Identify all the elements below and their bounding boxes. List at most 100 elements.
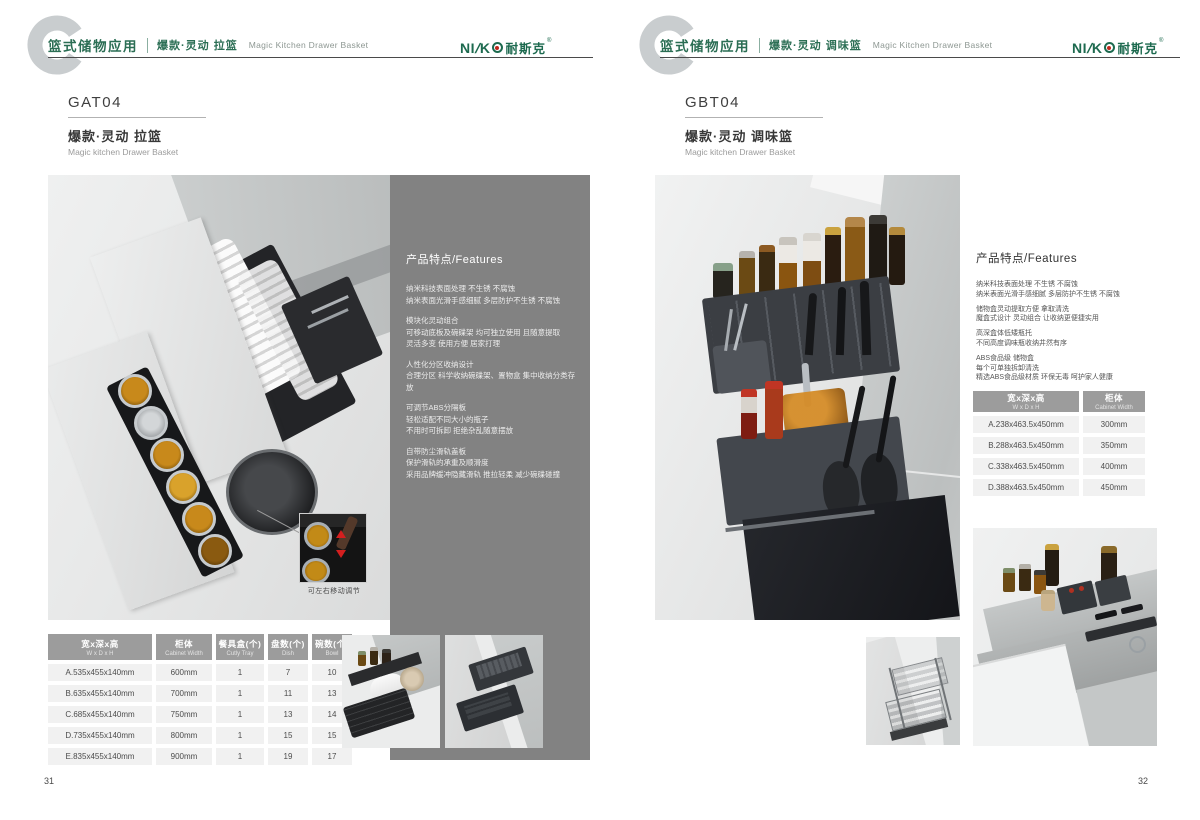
logo-chinese-name: 耐斯克 bbox=[506, 38, 547, 57]
header-divider bbox=[147, 38, 148, 53]
table-header-row: 宽x深x高W x D x H 柜体Cabinet Width bbox=[973, 391, 1145, 412]
product-code: GAT04 bbox=[68, 94, 206, 111]
arrow-up-icon bbox=[336, 530, 346, 538]
table-cell: 17 bbox=[312, 748, 352, 765]
feature-line: 可调节ABS分隔板 bbox=[406, 402, 578, 414]
bowl-shape bbox=[182, 502, 216, 536]
feature-line: 不用时可拆卸 拒绝杂乱随意摆放 bbox=[406, 425, 578, 437]
product-name: 爆款·灵动 调味篮 bbox=[685, 126, 823, 145]
right-thumb-photo bbox=[866, 637, 960, 745]
table-cell: C.685x455x140mm bbox=[48, 706, 152, 723]
feature-line: 模块化灵动组合 bbox=[406, 315, 578, 327]
features-title: 产品特点/Features bbox=[406, 251, 578, 267]
feature-group: 纳米科技表面处理 不生锈 不腐蚀 纳米表面光滑手感细腻 多层防护不生锈 不腐蚀 bbox=[976, 280, 1181, 300]
bowl-shape bbox=[118, 374, 152, 408]
feature-line: 纳米科技表面处理 不生锈 不腐蚀 bbox=[976, 280, 1181, 290]
table-row: A.238x463.5x450mm 300mm bbox=[973, 416, 1145, 433]
bowl-shape bbox=[198, 534, 232, 568]
page-number: 32 bbox=[1138, 776, 1148, 786]
bowl-shape bbox=[166, 470, 200, 504]
bottle-shape bbox=[1019, 564, 1031, 591]
bottle-shape bbox=[779, 237, 797, 295]
right-main-product-photo bbox=[655, 175, 960, 620]
table-cell: 1 bbox=[216, 706, 264, 723]
table-cell: 700mm bbox=[156, 685, 212, 702]
product-name-en: Magic kitchen Drawer Basket bbox=[68, 147, 206, 157]
table-row: B.288x463.5x450mm 350mm bbox=[973, 437, 1145, 454]
logo-letters-ni: NI bbox=[1072, 40, 1087, 56]
series-title-en: Magic Kitchen Drawer Basket bbox=[873, 40, 993, 50]
feature-group: ABS食品级 储物盒 每个可单独拆卸清洗 精选ABS食品级材质 环保无毒 呵护家… bbox=[976, 354, 1181, 383]
feature-line: 自带防尘滑轨盖板 bbox=[406, 446, 578, 458]
table-header-cell: 宽x深x高W x D x H bbox=[48, 634, 152, 660]
product-code-underline bbox=[68, 117, 206, 118]
registered-mark: ® bbox=[1159, 38, 1163, 44]
nisko-brand-logo: NI/K 耐斯克 ® bbox=[1072, 38, 1163, 57]
feature-line: 高深盒体低矮瓶托 bbox=[976, 329, 1181, 339]
nisko-brand-logo: NI/K 耐斯克 ® bbox=[460, 38, 551, 57]
feature-line: ABS食品级 储物盒 bbox=[976, 354, 1181, 364]
bottle-shape bbox=[358, 651, 366, 666]
feature-line: 精选ABS食品级材质 环保无毒 呵护家人健康 bbox=[976, 373, 1181, 383]
table-row: C.338x463.5x450mm 400mm bbox=[973, 458, 1145, 475]
logo-chinese-name: 耐斯克 bbox=[1118, 38, 1159, 57]
feature-line: 人性化分区收纳设计 bbox=[406, 359, 578, 371]
series-title: 爆款·灵动 拉篮 bbox=[157, 37, 238, 53]
table-cell: 11 bbox=[268, 685, 308, 702]
left-page-header: 篮式储物应用 爆款·灵动 拉篮 Magic Kitchen Drawer Bas… bbox=[48, 35, 368, 55]
feature-group: 纳米科技表面处理 不生锈 不腐蚀 纳米表面光滑手感细腻 多层防护不生锈 不腐蚀 bbox=[406, 283, 578, 306]
bowl-shape bbox=[302, 558, 330, 582]
table-cell: D.735x455x140mm bbox=[48, 727, 152, 744]
catalog-spread: 篮式储物应用 爆款·灵动 拉篮 Magic Kitchen Drawer Bas… bbox=[0, 0, 1200, 820]
table-row: A.535x455x140mm 600mm 1 7 10 bbox=[48, 664, 352, 681]
bottle-shape bbox=[1045, 544, 1059, 586]
product-name-en: Magic kitchen Drawer Basket bbox=[685, 147, 823, 157]
table-cell: 600mm bbox=[156, 664, 212, 681]
table-cell: 7 bbox=[268, 664, 308, 681]
left-thumb-photo-2 bbox=[445, 635, 543, 748]
table-cell: 900mm bbox=[156, 748, 212, 765]
table-cell: 350mm bbox=[1083, 437, 1145, 454]
spice-jar-shape bbox=[1041, 590, 1055, 611]
table-cell: D.388x463.5x450mm bbox=[973, 479, 1079, 496]
table-cell: A.238x463.5x450mm bbox=[973, 416, 1079, 433]
bowl-shape bbox=[134, 406, 168, 440]
left-features: 产品特点/Features 纳米科技表面处理 不生锈 不腐蚀 纳米表面光滑手感细… bbox=[406, 251, 578, 489]
feature-line: 合理分区 科学收纳碗碟架、置物盒 集中收纳分类存放 bbox=[406, 370, 578, 393]
table-header-cell: 盘数(个)Dish bbox=[268, 634, 308, 660]
features-title: 产品特点/Features bbox=[976, 250, 1181, 266]
left-product-block: GAT04 爆款·灵动 拉篮 Magic kitchen Drawer Bask… bbox=[68, 94, 206, 157]
arrow-down-icon bbox=[336, 550, 346, 558]
table-header-cell: 柜体Cabinet Width bbox=[1083, 391, 1145, 412]
table-cell: 750mm bbox=[156, 706, 212, 723]
page-number: 31 bbox=[44, 776, 54, 786]
right-features: 产品特点/Features 纳米科技表面处理 不生锈 不腐蚀 纳米表面光滑手感细… bbox=[976, 250, 1181, 388]
red-cap-shape bbox=[1079, 586, 1084, 591]
utensil-cup-shape bbox=[712, 340, 771, 394]
wire-basket-shape bbox=[343, 688, 416, 739]
right-bottom-photo bbox=[973, 528, 1157, 746]
table-cell: E.835x455x140mm bbox=[48, 748, 152, 765]
bowl-shape bbox=[150, 438, 184, 472]
feature-line: 可移动底板及碗碟架 均可独立使用 且随意提取 bbox=[406, 327, 578, 339]
table-cell: 19 bbox=[268, 748, 308, 765]
right-page-header: 篮式储物应用 爆款·灵动 调味篮 Magic Kitchen Drawer Ba… bbox=[660, 35, 992, 55]
feature-line: 每个可单独拆卸清洗 bbox=[976, 364, 1181, 374]
feature-group: 自带防尘滑轨盖板 保护滑轨的承重及顺滑度 采用品牌缓冲隐藏滑轨 推拉轻柔 减少碗… bbox=[406, 446, 578, 481]
table-cell: A.535x455x140mm bbox=[48, 664, 152, 681]
ladle-shape bbox=[1129, 636, 1146, 653]
bottle-shape bbox=[889, 227, 905, 285]
table-cell: 450mm bbox=[1083, 479, 1145, 496]
left-spec-table: 宽x深x高W x D x H 柜体Cabinet Width 餐具盒(个)Cut… bbox=[48, 634, 352, 765]
feature-line: 储物盒灵动提取方便 拿取清洗 bbox=[976, 305, 1181, 315]
series-title-en: Magic Kitchen Drawer Basket bbox=[249, 40, 369, 50]
table-cell: 1 bbox=[216, 685, 264, 702]
table-cell: B.288x463.5x450mm bbox=[973, 437, 1079, 454]
table-row: D.735x455x140mm 800mm 1 15 15 bbox=[48, 727, 352, 744]
bottle-shape bbox=[1003, 568, 1015, 592]
table-cell: 1 bbox=[216, 748, 264, 765]
series-title: 爆款·灵动 调味篮 bbox=[769, 37, 862, 53]
feature-group: 储物盒灵动提取方便 拿取清洗 魔盒式设计 灵动组合 让收纳更便捷实用 bbox=[976, 305, 1181, 325]
product-name: 爆款·灵动 拉篮 bbox=[68, 126, 206, 145]
table-cell: 1 bbox=[216, 727, 264, 744]
